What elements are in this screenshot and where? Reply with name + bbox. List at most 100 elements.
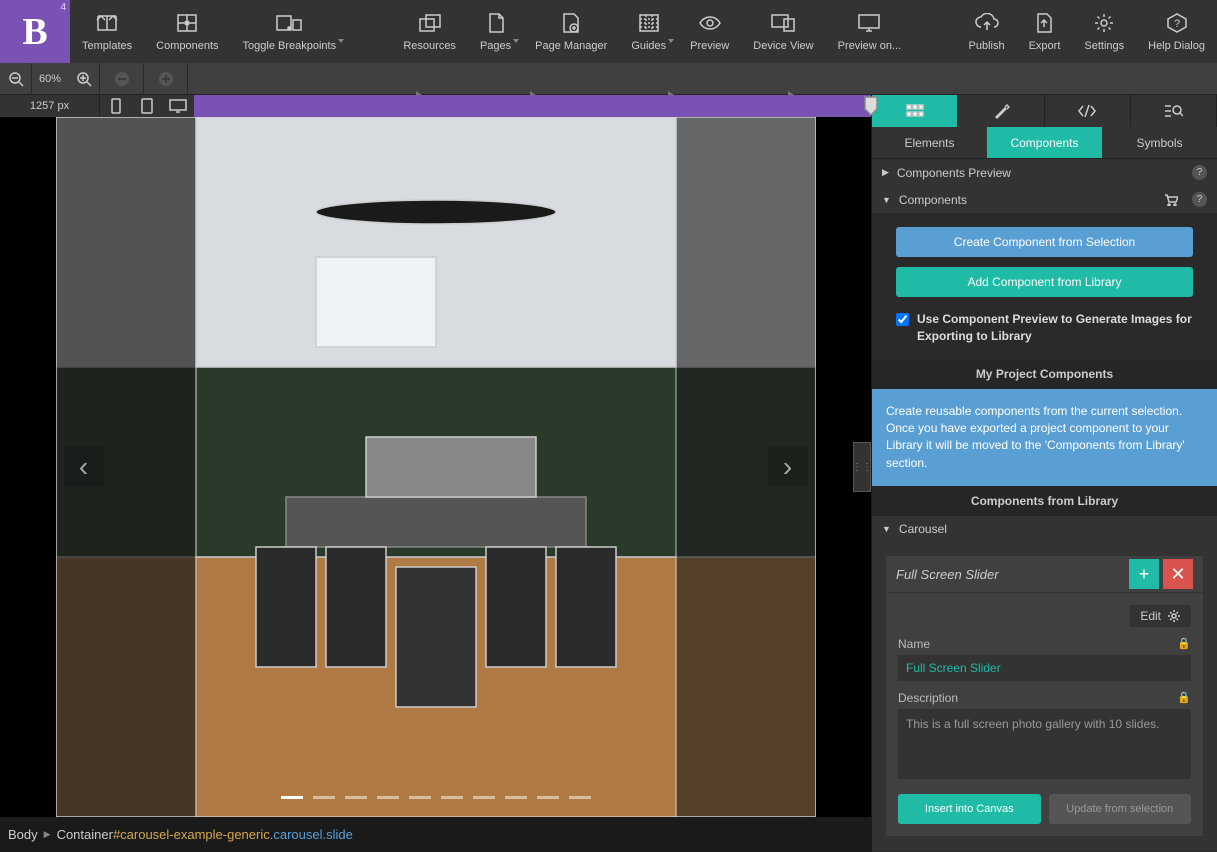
caret-icon <box>513 39 519 43</box>
app-logo[interactable]: B 4 <box>0 0 70 63</box>
help-icon[interactable]: ? <box>1192 192 1207 207</box>
help-label: Help Dialog <box>1148 40 1205 52</box>
toggle-breakpoints-button[interactable]: Toggle Breakpoints <box>231 0 349 63</box>
page-manager-label: Page Manager <box>535 40 607 52</box>
device-view-button[interactable]: Device View <box>741 0 825 63</box>
pages-button[interactable]: Pages <box>468 0 523 63</box>
page-manager-button[interactable]: Page Manager <box>523 0 619 63</box>
guides-label: Guides <box>631 40 666 52</box>
use-preview-label: Use Component Preview to Generate Images… <box>917 311 1193 345</box>
section-carousel[interactable]: ▼ Carousel <box>872 516 1217 542</box>
preview-label: Preview <box>690 40 729 52</box>
breadcrumb-container[interactable]: Container#carousel-example-generic.carou… <box>57 827 353 842</box>
cloud-upload-icon <box>973 11 1001 35</box>
help-button[interactable]: ? Help Dialog <box>1136 0 1217 63</box>
carousel-prev-button[interactable]: ‹ <box>64 447 104 487</box>
settings-button[interactable]: Settings <box>1072 0 1136 63</box>
breakpoints-label: Toggle Breakpoints <box>243 40 337 52</box>
export-button[interactable]: Export <box>1017 0 1073 63</box>
help-icon[interactable]: ? <box>1192 165 1207 180</box>
component-name-input[interactable] <box>898 655 1191 681</box>
components-button[interactable]: Components <box>144 0 230 63</box>
carousel-dot[interactable] <box>569 796 591 799</box>
section-label: Carousel <box>899 522 947 536</box>
name-field-label: Name <box>898 637 930 651</box>
triangle-right-icon: ▶ <box>882 167 889 178</box>
settings-label: Settings <box>1084 40 1124 52</box>
resources-label: Resources <box>403 40 456 52</box>
canvas-resize-handle[interactable]: ⋮⋮ <box>853 442 871 492</box>
right-panel: Elements Components Symbols ▶ Components… <box>871 95 1217 852</box>
carousel-dot[interactable] <box>281 796 303 799</box>
insert-into-canvas-button[interactable]: Insert into Canvas <box>898 794 1041 824</box>
eye-icon <box>696 11 724 35</box>
publish-button[interactable]: Publish <box>957 0 1017 63</box>
zoom-plus-button[interactable] <box>144 63 188 95</box>
canvas-width-label: 1257 px <box>0 95 100 117</box>
carousel-indicators[interactable] <box>281 796 591 799</box>
section-label: Components Preview <box>897 166 1011 180</box>
monitor-icon <box>855 11 883 35</box>
templates-label: Templates <box>82 40 132 52</box>
preview-on-button[interactable]: Preview on... <box>826 0 914 63</box>
section-label: Components <box>899 193 967 207</box>
zoom-out-magnifier[interactable] <box>0 63 32 95</box>
tab-elements[interactable]: Elements <box>872 127 987 158</box>
zoom-in-magnifier[interactable] <box>68 63 100 95</box>
create-component-button[interactable]: Create Component from Selection <box>896 227 1193 257</box>
ruler-handle-icon[interactable] <box>863 95 879 117</box>
breadcrumb-body[interactable]: Body <box>8 827 38 842</box>
breakpoint-ruler[interactable] <box>194 95 871 117</box>
templates-button[interactable]: Templates <box>70 0 144 63</box>
component-delete-button[interactable]: ✕ <box>1163 559 1193 589</box>
device-view-icon <box>769 11 797 35</box>
lock-icon: 🔒 <box>1177 637 1191 650</box>
device-view-label: Device View <box>753 40 813 52</box>
device-tablet-icon[interactable] <box>131 95 162 117</box>
templates-icon <box>93 11 121 35</box>
carousel-next-button[interactable]: › <box>768 447 808 487</box>
section-components-preview[interactable]: ▶ Components Preview ? <box>872 159 1217 186</box>
description-field-label: Description <box>898 691 958 705</box>
update-from-selection-button[interactable]: Update from selection <box>1049 794 1192 824</box>
components-icon <box>173 11 201 35</box>
component-description-input[interactable] <box>898 709 1191 779</box>
device-desktop-icon[interactable] <box>162 95 193 117</box>
components-label: Components <box>156 40 218 52</box>
carousel-dot[interactable] <box>537 796 559 799</box>
export-icon <box>1030 11 1058 35</box>
zoom-bar: 60% <box>0 63 1217 95</box>
add-component-button[interactable]: Add Component from Library <box>896 267 1193 297</box>
chevron-right-icon: ▶ <box>44 829 51 840</box>
tab-symbols[interactable]: Symbols <box>1102 127 1217 158</box>
components-from-library-title: Components from Library <box>872 486 1217 516</box>
carousel-dot[interactable] <box>345 796 367 799</box>
carousel-dot[interactable] <box>505 796 527 799</box>
component-add-button[interactable]: + <box>1129 559 1159 589</box>
use-preview-checkbox[interactable] <box>896 313 909 326</box>
page-manager-icon <box>557 11 585 35</box>
carousel-dot[interactable] <box>409 796 431 799</box>
guides-button[interactable]: Guides <box>619 0 678 63</box>
carousel-dot[interactable] <box>473 796 495 799</box>
canvas-page[interactable]: ‹ › <box>56 117 816 817</box>
component-edit-button[interactable]: Edit <box>1130 605 1191 627</box>
zoom-value: 60% <box>32 73 68 85</box>
preview-button[interactable]: Preview <box>678 0 741 63</box>
section-components[interactable]: ▼ Components ? <box>872 186 1217 213</box>
pages-icon <box>482 11 510 35</box>
triangle-down-icon: ▼ <box>882 195 891 205</box>
export-label: Export <box>1029 40 1061 52</box>
tab-components[interactable]: Components <box>987 127 1102 158</box>
carousel-dot[interactable] <box>377 796 399 799</box>
carousel-dot[interactable] <box>313 796 335 799</box>
svg-text:?: ? <box>1174 18 1180 30</box>
resources-button[interactable]: Resources <box>391 0 468 63</box>
breakpoints-icon <box>275 11 303 35</box>
device-phone-icon[interactable] <box>100 95 131 117</box>
canvas-viewport[interactable]: ‹ › ⋮⋮ <box>0 117 871 817</box>
zoom-minus-button[interactable] <box>100 63 144 95</box>
caret-icon <box>338 39 344 43</box>
carousel-dot[interactable] <box>441 796 463 799</box>
cart-icon[interactable] <box>1163 192 1178 207</box>
